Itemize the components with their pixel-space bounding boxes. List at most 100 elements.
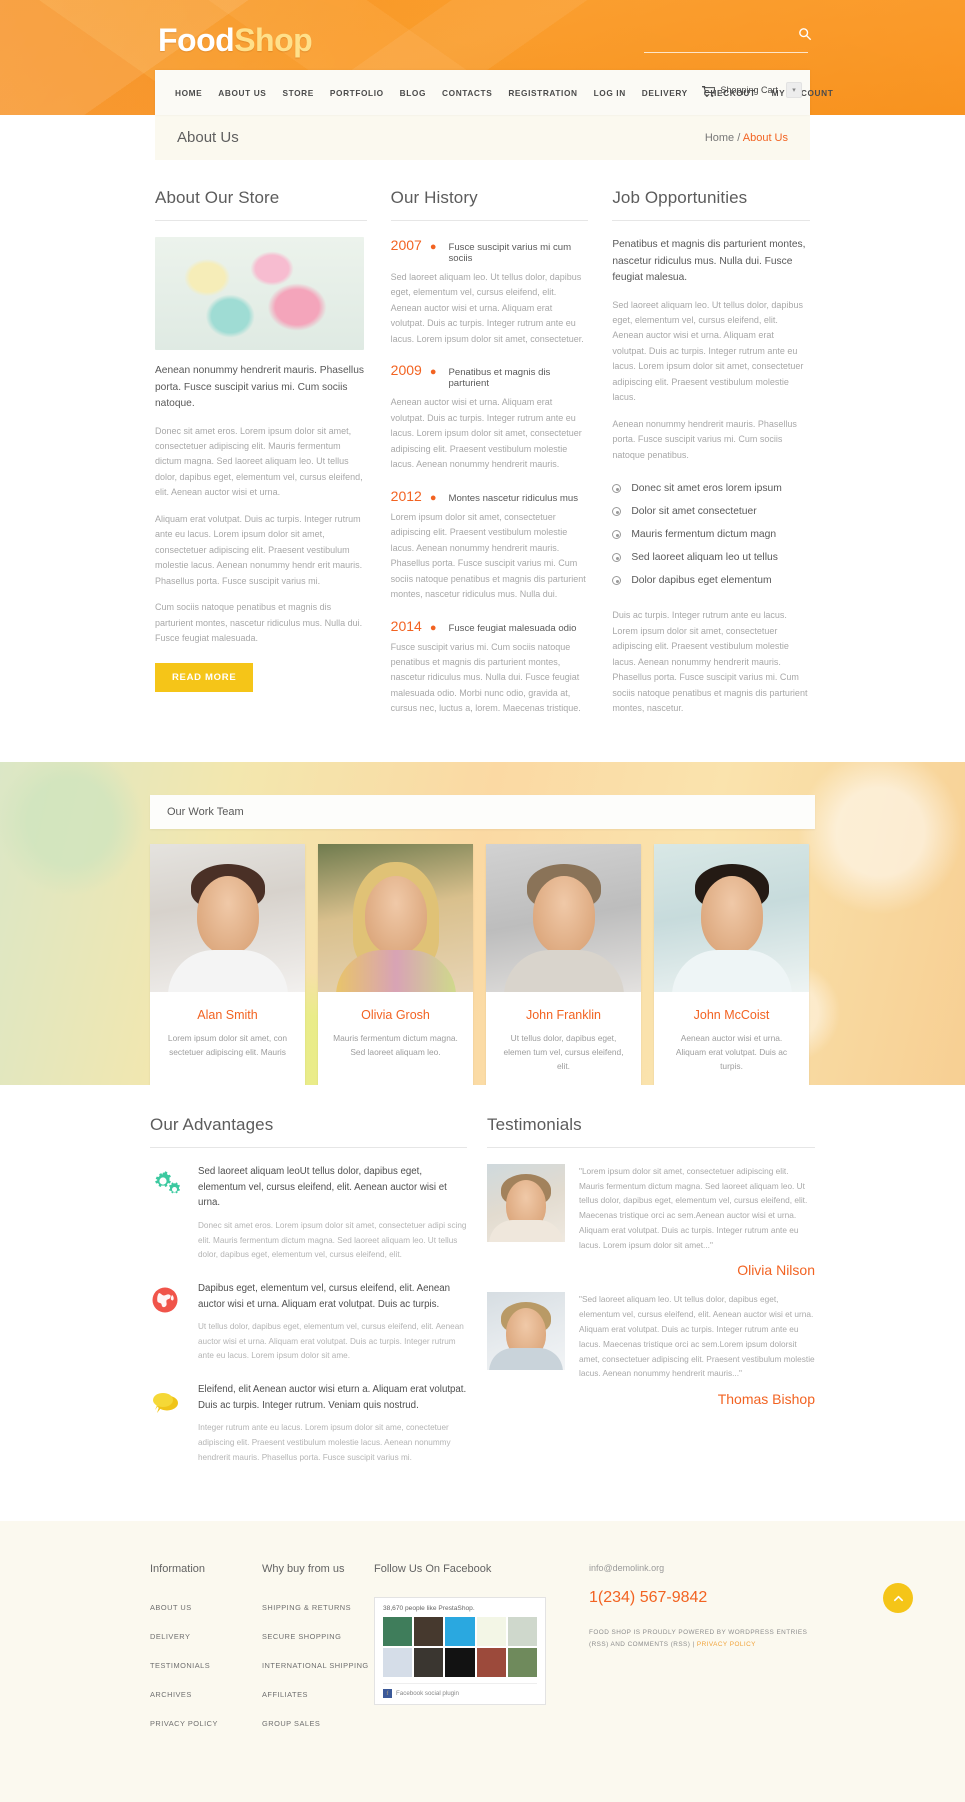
nav-item-home[interactable]: HOME xyxy=(175,88,210,98)
avatar[interactable] xyxy=(383,1617,413,1647)
avatar[interactable] xyxy=(507,1648,537,1678)
footer-link-about-us[interactable]: ABOUT US xyxy=(150,1603,192,1612)
testimonial-author: Olivia Nilson xyxy=(737,1262,815,1279)
footer-link-archives[interactable]: ARCHIVES xyxy=(150,1690,192,1699)
list-item[interactable]: Dolor dapibus eget elementum xyxy=(612,569,810,592)
bullet-dot-icon: ● xyxy=(429,491,437,504)
facebook-like-count: 38,670 people like PrestaShop. xyxy=(383,1605,475,1613)
search-input[interactable] xyxy=(644,34,792,52)
list-item[interactable]: Sed laoreet aliquam leo ut tellus xyxy=(612,546,810,569)
circle-bullet-icon xyxy=(612,576,622,586)
avatar[interactable] xyxy=(414,1648,444,1678)
breadcrumb-home[interactable]: Home xyxy=(705,132,734,144)
list-item[interactable]: Mauris fermentum dictum magn xyxy=(612,523,810,546)
testimonial-quote: "Sed laoreet aliquam leo. Ut tellus dolo… xyxy=(579,1294,815,1379)
site-header: FoodShop HOME ABOUT US STORE PORTFOLIO B… xyxy=(0,0,965,115)
footer-link-shipping-returns[interactable]: SHIPPING & RETURNS xyxy=(262,1603,351,1612)
footer-information-links: ABOUT US DELIVERY TESTIMONIALS ARCHIVES … xyxy=(150,1597,262,1731)
testimonial-item: "Lorem ipsum dolor sit amet, consectetue… xyxy=(487,1163,815,1279)
advantages-title: Our Advantages xyxy=(150,1115,467,1148)
team-member-name: John McCoist xyxy=(693,1007,770,1022)
nav-item-about-us[interactable]: ABOUT US xyxy=(210,88,274,98)
footer-link-group-sales[interactable]: GROUP SALES xyxy=(262,1719,320,1728)
advantage-item: Dapibus eget, elementum vel, cursus elei… xyxy=(150,1281,467,1364)
jobs-list: Donec sit amet eros lorem ipsum Dolor si… xyxy=(612,477,810,592)
avatar[interactable] xyxy=(414,1617,444,1647)
avatar[interactable] xyxy=(476,1617,506,1647)
page-title: About Us xyxy=(177,129,239,146)
advantage-item: Eleifend, elit Aenean auctor wisi eturn … xyxy=(150,1382,467,1465)
team-member-card[interactable]: Olivia Grosh Mauris fermentum dictum mag… xyxy=(318,843,473,1085)
avatar[interactable] xyxy=(445,1648,475,1678)
nav-item-log-in[interactable]: LOG IN xyxy=(586,88,634,98)
nav-item-portfolio[interactable]: PORTFOLIO xyxy=(322,88,392,98)
footer-link-delivery[interactable]: DELIVERY xyxy=(150,1632,190,1641)
history-item: 2012 ● Montes nascetur ridiculus mus Lor… xyxy=(391,488,589,603)
team-member-photo xyxy=(654,843,809,992)
facebook-avatar-grid xyxy=(383,1617,537,1678)
list-item[interactable]: Donec sit amet eros lorem ipsum xyxy=(612,477,810,500)
chevron-down-icon[interactable]: ▾ xyxy=(786,82,802,98)
footer-link-secure-shopping[interactable]: SECURE SHOPPING xyxy=(262,1632,341,1641)
footer-email[interactable]: info@demolink.org xyxy=(589,1563,815,1573)
advantage-head: Dapibus eget, elementum vel, cursus elei… xyxy=(198,1282,451,1310)
team-member-card[interactable]: John McCoist Aenean auctor wisi et urna.… xyxy=(654,843,809,1085)
nav-item-blog[interactable]: BLOG xyxy=(392,88,434,98)
footer-link-affiliates[interactable]: AFFILIATES xyxy=(262,1690,308,1699)
nav-item-contacts[interactable]: CONTACTS xyxy=(434,88,500,98)
footer-why-buy-column: Why buy from us SHIPPING & RETURNS SECUR… xyxy=(262,1563,374,1742)
advantage-body: Donec sit amet eros. Lorem ipsum dolor s… xyxy=(198,1221,467,1260)
advantage-item: Sed laoreet aliquam leoUt tellus dolor, … xyxy=(150,1164,467,1263)
history-year: 2009 xyxy=(390,362,422,379)
avatar[interactable] xyxy=(445,1617,475,1647)
team-member-photo xyxy=(150,843,305,992)
back-to-top-button[interactable] xyxy=(883,1583,913,1614)
about-paragraph-3: Cum sociis natoque penatibus et magnis d… xyxy=(155,602,363,644)
footer-facebook-title: Follow Us On Facebook xyxy=(374,1563,492,1576)
footer-privacy-policy-link[interactable]: PRIVACY POLICY xyxy=(697,1641,756,1648)
history-year: 2014 xyxy=(390,617,422,634)
nav-item-store[interactable]: STORE xyxy=(274,88,321,98)
site-logo[interactable]: FoodShop xyxy=(158,22,313,59)
avatar[interactable] xyxy=(383,1648,413,1678)
team-member-photo xyxy=(486,843,641,992)
team-member-card[interactable]: Alan Smith Lorem ipsum dolor sit amet, c… xyxy=(150,843,305,1085)
list-item[interactable]: Dolor sit amet consectetuer xyxy=(612,500,810,523)
history-label: Montes nascetur ridiculus mus xyxy=(448,492,579,504)
history-text: Fusce suscipit varius mi. Cum sociis nat… xyxy=(390,641,581,714)
cart-label: Shopping Cart xyxy=(720,85,778,95)
about-store-column: About Our Store Aenean nonummy hendrerit… xyxy=(150,188,372,732)
testimonial-item: "Sed laoreet aliquam leo. Ut tellus dolo… xyxy=(487,1292,815,1407)
avatar[interactable] xyxy=(476,1648,506,1678)
read-more-button[interactable]: READ MORE xyxy=(155,662,254,692)
team-grid: Alan Smith Lorem ipsum dolor sit amet, c… xyxy=(150,843,815,1085)
footer-link-testimonials[interactable]: TESTIMONIALS xyxy=(150,1661,210,1670)
chevron-up-icon xyxy=(893,1595,903,1601)
about-lead-text: Aenean nonummy hendrerit mauris. Phasell… xyxy=(155,365,364,410)
breadcrumb-current: About Us xyxy=(742,131,788,144)
team-member-desc: Mauris fermentum dictum magna. Sed laore… xyxy=(333,1032,458,1058)
job-item-label: Dolor sit amet consectetuer xyxy=(631,506,757,518)
search-box[interactable] xyxy=(644,28,812,53)
team-member-desc: Ut tellus dolor, dapibus eget, elemen tu… xyxy=(503,1032,624,1072)
footer-facebook-column: Follow Us On Facebook 38,670 people like… xyxy=(374,1563,589,1742)
history-label: Fusce feugiat malesuada odio xyxy=(448,622,577,634)
footer-link-privacy-policy[interactable]: PRIVACY POLICY xyxy=(150,1719,218,1728)
facebook-plugin-label: Facebook social plugin xyxy=(396,1690,459,1698)
facebook-like-widget[interactable]: 38,670 people like PrestaShop. f Faceboo… xyxy=(374,1597,546,1706)
team-member-card[interactable]: John Franklin Ut tellus dolor, dapibus e… xyxy=(486,843,641,1085)
main-navigation: HOME ABOUT US STORE PORTFOLIO BLOG CONTA… xyxy=(155,70,833,115)
footer-link-international-shipping[interactable]: INTERNATIONAL SHIPPING xyxy=(262,1661,369,1670)
history-text: Aenean auctor wisi et urna. Aliquam erat… xyxy=(390,397,582,470)
avatar[interactable] xyxy=(507,1617,537,1647)
advantages-column: Our Advantages Sed laoreet aliquam leoUt… xyxy=(150,1115,485,1483)
nav-item-registration[interactable]: REGISTRATION xyxy=(500,88,585,98)
nav-item-delivery[interactable]: DELIVERY xyxy=(634,88,696,98)
facebook-icon: f xyxy=(383,1689,392,1699)
testimonials-title: Testimonials xyxy=(487,1115,815,1148)
shopping-cart-widget[interactable]: Shopping Cart ▾ xyxy=(701,82,802,98)
search-icon[interactable] xyxy=(798,27,812,41)
bullet-dot-icon: ● xyxy=(429,241,437,253)
job-item-label: Sed laoreet aliquam leo ut tellus xyxy=(631,552,778,564)
history-title: Our History xyxy=(390,188,589,221)
